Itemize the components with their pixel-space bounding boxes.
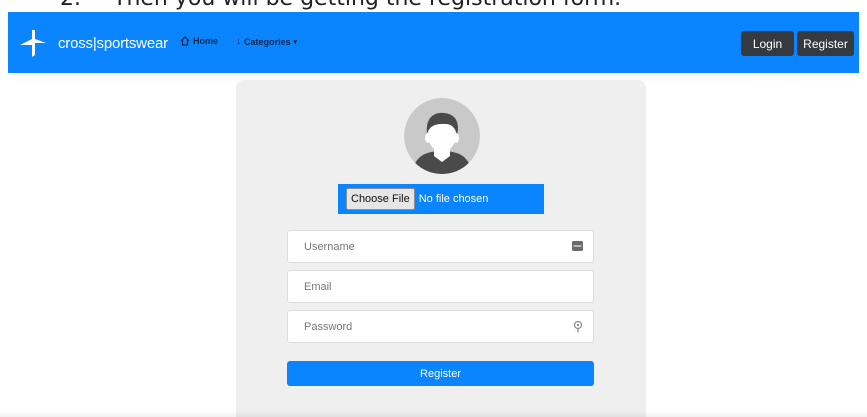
brand-link[interactable]: cross|sportswear: [18, 28, 168, 58]
id-card-icon: [572, 241, 583, 251]
nav-register-button[interactable]: Register: [797, 31, 854, 56]
email-input[interactable]: [288, 271, 554, 302]
top-navbar: cross|sportswear Home ↓ Categories ▾ Log…: [8, 12, 859, 73]
avatar-icon[interactable]: [404, 98, 480, 174]
arrow-down-icon: ↓: [236, 36, 241, 47]
caret-down-icon: ▾: [293, 38, 298, 46]
username-field-wrapper: [287, 230, 594, 263]
nav-home-label: Home: [193, 36, 219, 46]
nav-categories-dropdown[interactable]: ↓ Categories ▾: [236, 36, 297, 47]
nav-categories-label: Categories: [244, 36, 291, 47]
nav-home-link[interactable]: Home: [180, 36, 218, 46]
document-caption: 2. Then you will be getting the registra…: [0, 0, 867, 12]
username-input[interactable]: [288, 231, 554, 262]
home-icon: [180, 36, 190, 46]
key-icon: [573, 321, 583, 333]
brand-name: cross|sportswear: [58, 34, 168, 52]
login-button[interactable]: Login: [741, 31, 794, 56]
file-status-text: No file chosen: [418, 193, 489, 205]
password-field-wrapper: [287, 310, 594, 343]
registration-card: Choose File No file chosen Register: [236, 80, 646, 417]
password-input[interactable]: [288, 311, 554, 342]
logo-icon: [20, 30, 46, 57]
email-field-wrapper: [287, 270, 594, 303]
choose-file-button[interactable]: Choose File: [346, 188, 415, 210]
caption-text: Then you will be getting the registratio…: [113, 0, 621, 11]
caption-number: 2.: [60, 0, 106, 11]
avatar-file-picker[interactable]: Choose File No file chosen: [338, 184, 544, 214]
page-bottom-shadow: [0, 410, 867, 417]
register-submit-button[interactable]: Register: [287, 361, 594, 386]
